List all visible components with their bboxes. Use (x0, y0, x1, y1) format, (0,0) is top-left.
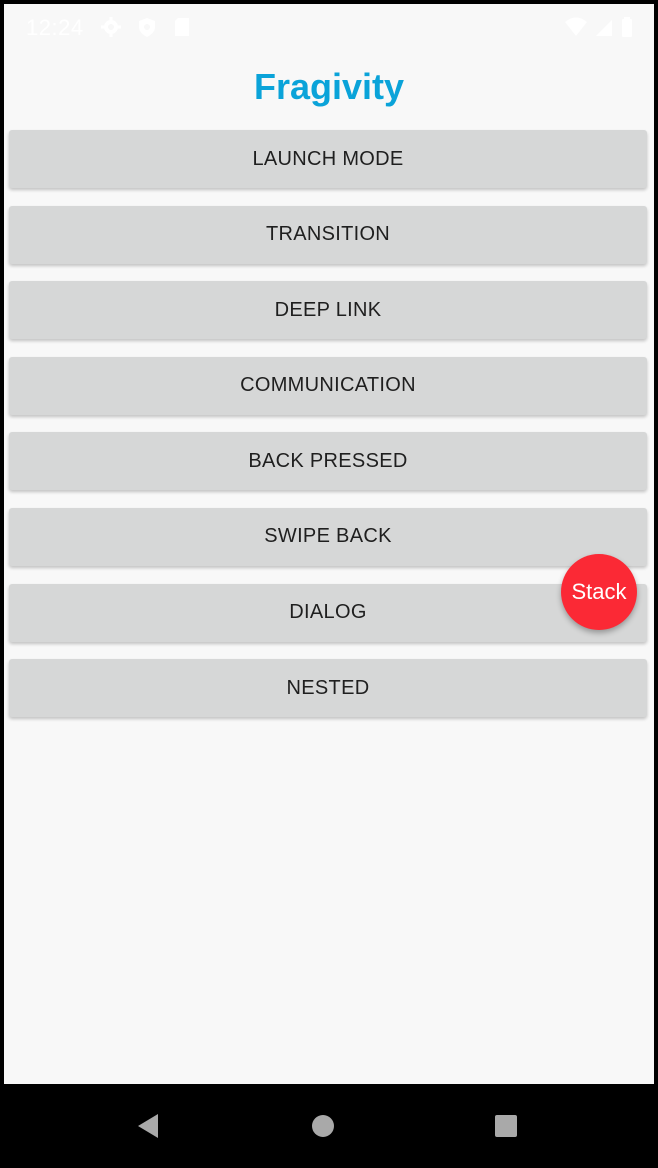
back-triangle-icon[interactable] (126, 1104, 170, 1148)
status-notification-icons (100, 16, 192, 43)
wifi-icon (564, 16, 588, 43)
status-system-icons (564, 16, 634, 43)
battery-icon (620, 16, 634, 43)
nested-button[interactable]: NESTED (9, 659, 647, 718)
gear-icon (100, 16, 122, 43)
shield-icon (136, 16, 158, 43)
signal-icon (594, 16, 614, 43)
navigation-bar (0, 1084, 658, 1168)
launch-mode-button[interactable]: LAUNCH MODE (9, 130, 647, 188)
stack-fab-button[interactable]: Stack (561, 554, 637, 630)
back-pressed-button[interactable]: BACK PRESSED (9, 432, 647, 491)
app-screen: 12:24 Fragivity LAUNCH MODE TRANSITION D… (4, 4, 654, 1084)
dialog-button[interactable]: DIALOG (9, 583, 647, 642)
menu-list: LAUNCH MODE TRANSITION DEEP LINK COMMUNI… (9, 130, 647, 735)
status-bar: 12:24 (4, 4, 654, 50)
status-time: 12:24 (26, 15, 84, 40)
home-circle-icon[interactable] (301, 1104, 345, 1148)
communication-button[interactable]: COMMUNICATION (9, 356, 647, 415)
swipe-back-button[interactable]: SWIPE BACK (9, 507, 647, 566)
deep-link-button[interactable]: DEEP LINK (9, 281, 647, 340)
transition-button[interactable]: TRANSITION (9, 205, 647, 264)
recents-square-icon[interactable] (484, 1104, 528, 1148)
sd-card-icon (172, 16, 192, 43)
app-title: Fragivity (253, 66, 405, 107)
